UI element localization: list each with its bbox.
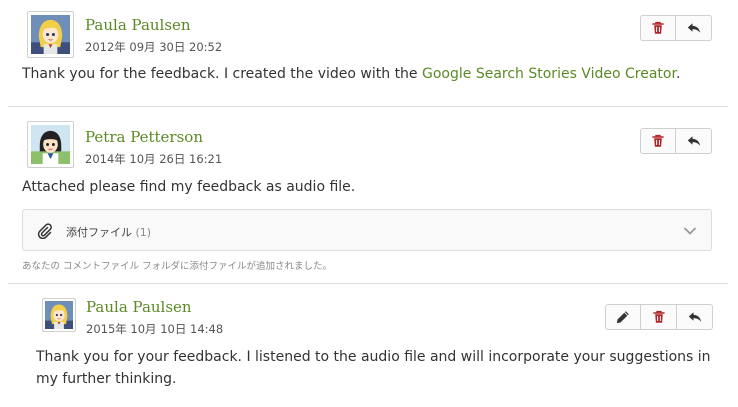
comment-date: 2012年 09月 30日 20:52 bbox=[85, 40, 223, 54]
reply-button[interactable] bbox=[676, 128, 712, 154]
author-link[interactable]: Petra Petterson bbox=[85, 128, 203, 146]
delete-icon bbox=[650, 133, 666, 149]
attachments-label: 添付ファイル (1) bbox=[66, 226, 152, 239]
attachments-toggle[interactable]: 添付ファイル (1) bbox=[22, 209, 712, 251]
paula-avatar-icon bbox=[45, 301, 73, 329]
avatar[interactable] bbox=[27, 11, 74, 58]
reply-button[interactable] bbox=[677, 304, 713, 330]
comment-actions bbox=[605, 304, 713, 330]
attachment-note: あなたの コメントファイル フォルダに添付ファイルが追加されました。 bbox=[22, 261, 333, 272]
avatar[interactable] bbox=[27, 121, 74, 168]
reply-icon bbox=[686, 20, 702, 36]
chevron-down-icon bbox=[683, 224, 697, 238]
reply-button[interactable] bbox=[676, 15, 712, 41]
edit-button[interactable] bbox=[605, 304, 641, 330]
delete-button[interactable] bbox=[640, 128, 676, 154]
comment-item: Paula Paulsen 2012年 09月 30日 20:52 Thank … bbox=[0, 0, 738, 106]
delete-button[interactable] bbox=[641, 304, 677, 330]
comment-actions bbox=[640, 15, 712, 41]
attachments-count: (1) bbox=[135, 226, 152, 239]
paperclip-icon bbox=[37, 223, 53, 239]
comment-text: Attached please find my feedback as audi… bbox=[22, 179, 356, 195]
comment-actions bbox=[640, 128, 712, 154]
reply-icon bbox=[686, 133, 702, 149]
delete-icon bbox=[651, 309, 667, 325]
comment-date: 2014年 10月 26日 16:21 bbox=[85, 152, 223, 166]
petra-avatar-icon bbox=[31, 125, 70, 164]
author-link[interactable]: Paula Paulsen bbox=[85, 16, 191, 34]
edit-icon bbox=[615, 309, 631, 325]
delete-icon bbox=[650, 20, 666, 36]
paula-avatar-icon bbox=[31, 15, 70, 54]
comment-date: 2015年 10月 10日 14:48 bbox=[86, 322, 224, 336]
comment-text: Thank you for your feedback. I listened … bbox=[36, 349, 711, 387]
comment-text: Thank you for the feedback. I created th… bbox=[22, 66, 681, 82]
video-creator-link[interactable]: Google Search Stories Video Creator bbox=[422, 66, 676, 82]
author-link[interactable]: Paula Paulsen bbox=[86, 298, 192, 316]
reply-icon bbox=[687, 309, 703, 325]
comment-item: Paula Paulsen 2015年 10月 10日 14:48 Thank … bbox=[0, 284, 738, 407]
delete-button[interactable] bbox=[640, 15, 676, 41]
avatar[interactable] bbox=[42, 298, 76, 332]
